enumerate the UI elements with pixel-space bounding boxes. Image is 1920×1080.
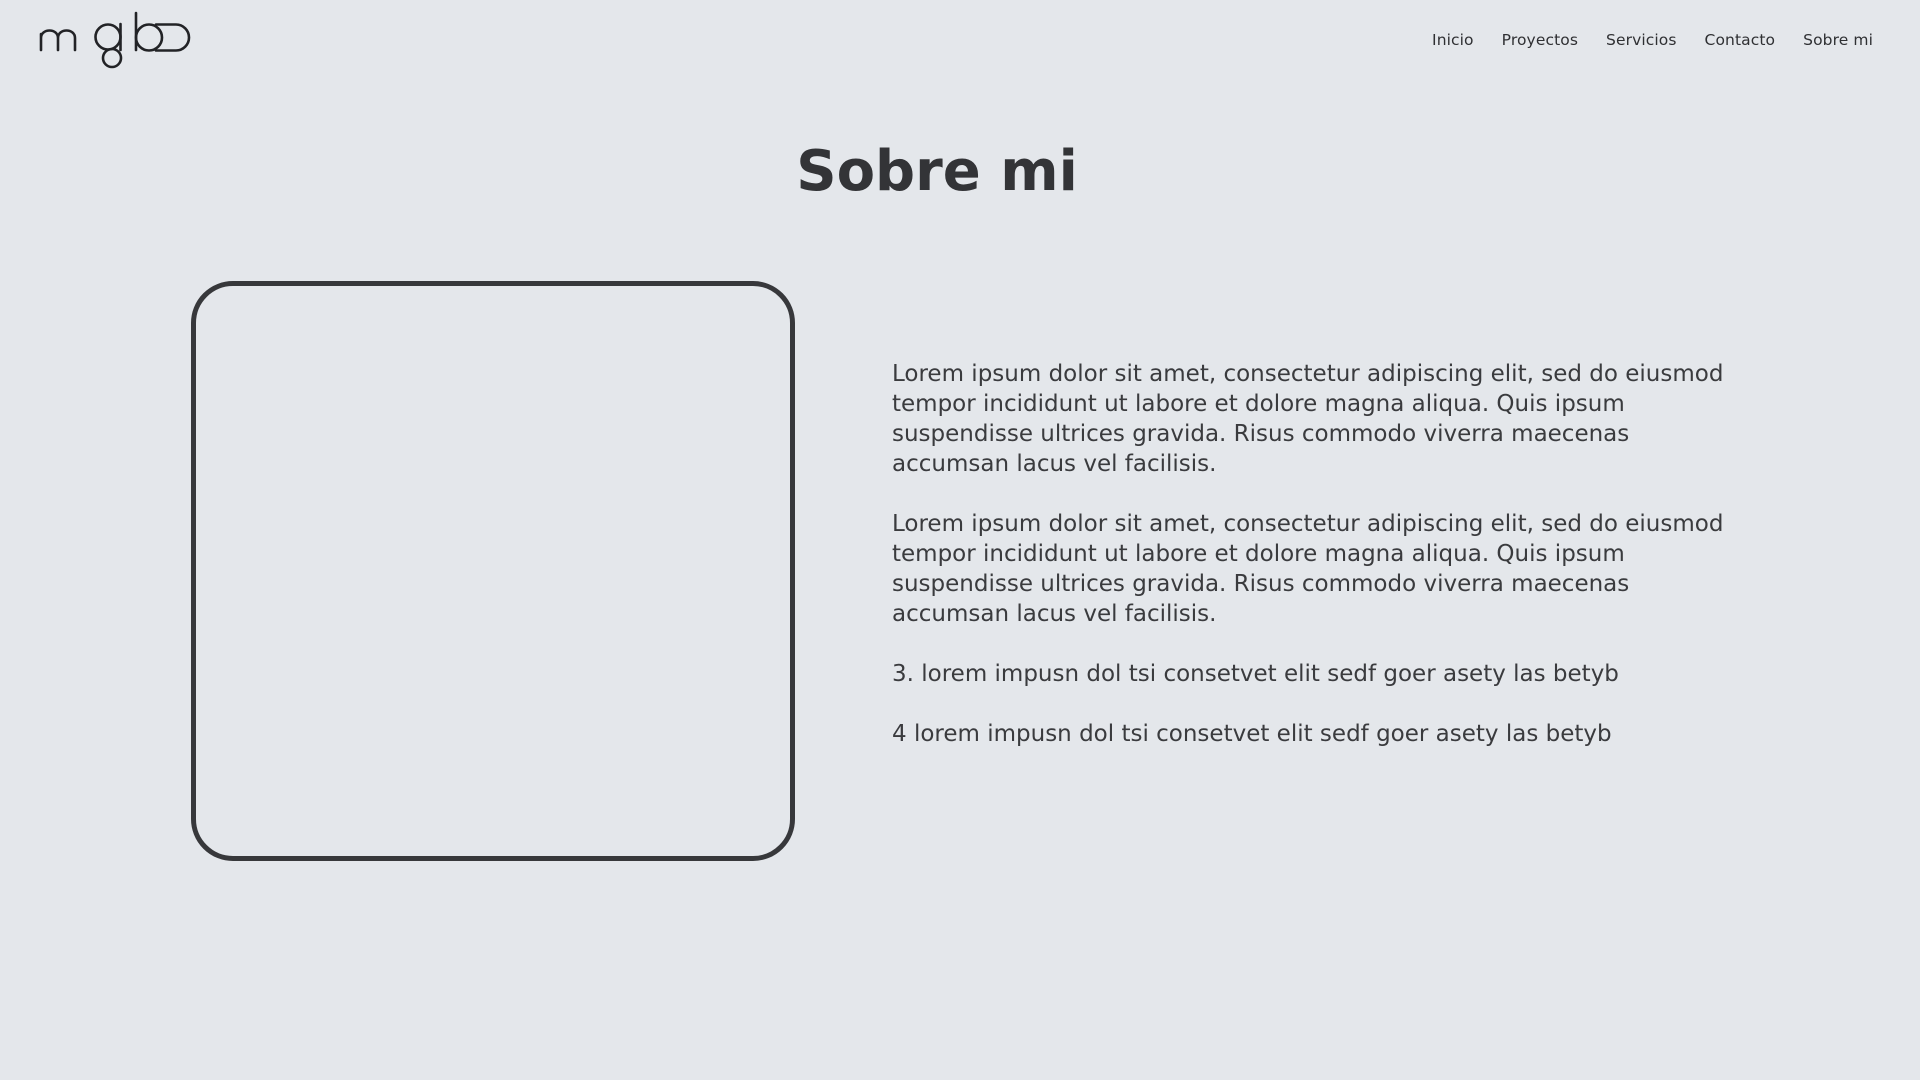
nav-item-contacto[interactable]: Contacto (1705, 31, 1776, 49)
nav-item-proyectos[interactable]: Proyectos (1502, 31, 1578, 49)
about-list-item-3: 3. lorem impusn dol tsi consetvet elit s… (892, 661, 1619, 687)
nav-item-servicios[interactable]: Servicios (1606, 31, 1677, 49)
about-paragraph-2: Lorem ipsum dolor sit amet, consectetur … (892, 511, 1724, 627)
about-text: Lorem ipsum dolor sit amet, consectetur … (892, 359, 1752, 749)
profile-image-placeholder (191, 281, 795, 861)
main-nav: Inicio Proyectos Servicios Contacto Sobr… (1404, 31, 1873, 49)
mgbo-logo (39, 11, 191, 69)
about-list-item-4: 4 lorem impusn dol tsi consetvet elit se… (892, 721, 1612, 747)
nav-item-sobre-mi[interactable]: Sobre mi (1803, 31, 1873, 49)
page-title: Sobre mi (796, 139, 1078, 204)
about-paragraph-1: Lorem ipsum dolor sit amet, consectetur … (892, 361, 1724, 477)
nav-item-inicio[interactable]: Inicio (1432, 31, 1474, 49)
